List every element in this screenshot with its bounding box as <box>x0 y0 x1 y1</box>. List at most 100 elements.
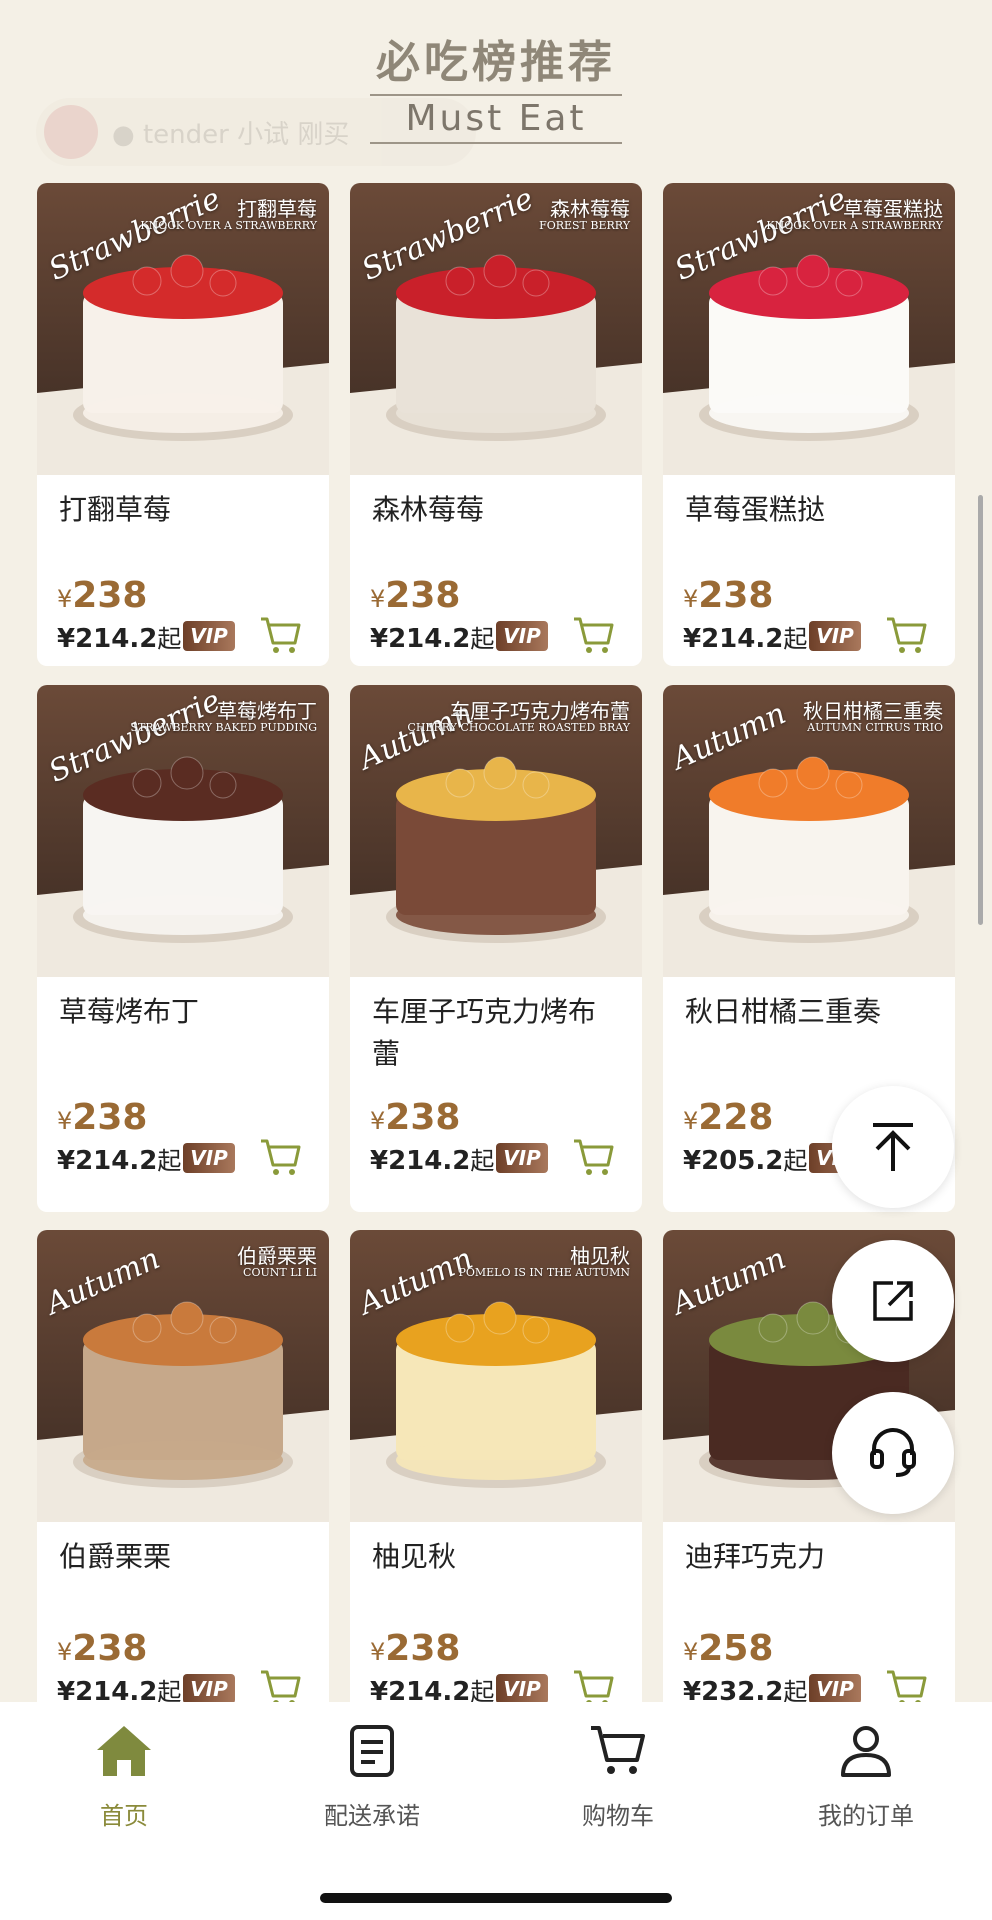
product-price: ¥258 <box>683 1628 773 1669</box>
product-name[interactable]: 森林莓莓 <box>372 489 622 531</box>
vip-badge: VIP <box>183 1143 235 1173</box>
headset-icon <box>870 1428 916 1477</box>
product-name[interactable]: 草莓蛋糕挞 <box>685 489 935 531</box>
vip-price: ¥205.2起 <box>683 1141 807 1176</box>
price-value: 238 <box>72 1097 148 1138</box>
product-image[interactable]: Strawberrie 打翻草莓 KNOCK OVER A STRAWBERRY <box>37 183 329 475</box>
image-label-cn: 柚见秋 <box>570 1244 630 1268</box>
price-value: 238 <box>385 575 461 616</box>
product-card[interactable]: Autumn 柚见秋 POMELO IS IN THE AUTUMN 柚见秋 ¥… <box>350 1230 642 1750</box>
tab-home-label: 首页 <box>100 1802 148 1830</box>
product-image[interactable]: Strawberrie 草莓烤布丁 STRAWBERRY BAKED PUDDI… <box>37 685 329 977</box>
product-image[interactable]: Strawberrie 草莓蛋糕挞 KNOCK OVER A STRAWBERR… <box>663 183 955 475</box>
back-to-top-button[interactable] <box>832 1086 954 1208</box>
product-image[interactable]: Autumn 车厘子巧克力烤布蕾 CHERRY CHOCOLATE ROASTE… <box>350 685 642 977</box>
tab-delivery[interactable]: 配送承诺 <box>272 1716 472 1831</box>
title-divider-bottom <box>370 142 622 144</box>
product-card[interactable]: Strawberrie 草莓蛋糕挞 KNOCK OVER A STRAWBERR… <box>663 183 955 666</box>
vip-badge: VIP <box>183 1674 235 1704</box>
vip-price-suffix: 起 <box>783 1147 808 1175</box>
product-name[interactable]: 秋日柑橘三重奏 <box>685 991 935 1033</box>
currency-symbol: ¥ <box>370 1107 386 1135</box>
section-title: 必吃榜推荐 <box>376 37 616 88</box>
product-name[interactable]: 伯爵栗栗 <box>59 1536 309 1578</box>
vip-badge: VIP <box>183 621 235 651</box>
currency-symbol: ¥ <box>683 1107 699 1135</box>
image-label-en: STRAWBERRY BAKED PUDDING <box>130 721 317 734</box>
product-price: ¥238 <box>370 1097 460 1138</box>
product-price: ¥238 <box>57 1628 147 1669</box>
price-value: 238 <box>385 1097 461 1138</box>
vip-badge: VIP <box>809 621 861 651</box>
product-name[interactable]: 打翻草莓 <box>59 489 309 531</box>
vip-price-value: ¥214.2 <box>57 1146 158 1176</box>
product-image[interactable]: Autumn 柚见秋 POMELO IS IN THE AUTUMN <box>350 1230 642 1522</box>
currency-symbol: ¥ <box>57 585 73 613</box>
vip-badge: VIP <box>809 1674 861 1704</box>
document-icon <box>350 1725 394 1777</box>
vip-price-suffix: 起 <box>470 1147 495 1175</box>
product-card[interactable]: Autumn 伯爵栗栗 COUNT LI LI 伯爵栗栗 ¥238 ¥214.2… <box>37 1230 329 1750</box>
currency-symbol: ¥ <box>57 1638 73 1666</box>
add-to-cart-icon[interactable] <box>885 615 927 655</box>
image-label-en: CHERRY CHOCOLATE ROASTED BRAY <box>407 721 630 734</box>
vip-price: ¥214.2起 <box>370 619 494 654</box>
image-label-cn: 伯爵栗栗 <box>237 1244 317 1268</box>
tab-home[interactable]: 首页 <box>24 1716 224 1831</box>
product-card[interactable]: Strawberrie 森林莓莓 FOREST BERRY 森林莓莓 ¥238 … <box>350 183 642 666</box>
add-to-cart-icon[interactable] <box>259 1137 301 1177</box>
product-image[interactable]: Autumn 伯爵栗栗 COUNT LI LI <box>37 1230 329 1522</box>
product-price: ¥238 <box>57 1097 147 1138</box>
product-image[interactable]: Autumn 秋日柑橘三重奏 AUTUMN CITRUS TRIO <box>663 685 955 977</box>
product-name[interactable]: 迪拜巧克力 <box>685 1536 935 1578</box>
customer-service-button[interactable] <box>832 1392 954 1514</box>
tab-cart[interactable]: 购物车 <box>518 1716 718 1831</box>
currency-symbol: ¥ <box>683 1638 699 1666</box>
image-label-cn: 草莓烤布丁 <box>217 699 317 723</box>
product-name[interactable]: 柚见秋 <box>372 1536 622 1578</box>
bottom-tab-bar: 首页 配送承诺 购物车 我的订单 <box>0 1702 992 1920</box>
add-to-cart-icon[interactable] <box>572 615 614 655</box>
add-to-cart-icon[interactable] <box>572 1137 614 1177</box>
image-label-cn: 草莓蛋糕挞 <box>843 197 943 221</box>
tab-orders[interactable]: 我的订单 <box>766 1716 966 1831</box>
scroll-indicator <box>978 495 983 925</box>
add-to-cart-icon[interactable] <box>259 615 301 655</box>
price-value: 228 <box>698 1097 774 1138</box>
price-value: 238 <box>72 1628 148 1669</box>
vip-price: ¥214.2起 <box>370 1141 494 1176</box>
product-card[interactable]: Autumn 车厘子巧克力烤布蕾 CHERRY CHOCOLATE ROASTE… <box>350 685 642 1212</box>
product-card[interactable]: Strawberrie 打翻草莓 KNOCK OVER A STRAWBERRY… <box>37 183 329 666</box>
title-divider-top <box>370 94 622 96</box>
vip-price: ¥214.2起 <box>57 1141 181 1176</box>
currency-symbol: ¥ <box>683 585 699 613</box>
person-icon <box>841 1726 891 1777</box>
tab-delivery-label: 配送承诺 <box>324 1802 420 1830</box>
image-label-en: POMELO IS IN THE AUTUMN <box>458 1266 630 1279</box>
share-button[interactable] <box>832 1240 954 1362</box>
vip-price: ¥214.2起 <box>683 619 807 654</box>
product-name[interactable]: 车厘子巧克力烤布蕾 <box>372 991 622 1075</box>
vip-price-suffix: 起 <box>470 625 495 653</box>
vip-price-suffix: 起 <box>157 1147 182 1175</box>
image-label-cn: 秋日柑橘三重奏 <box>803 699 943 723</box>
product-card[interactable]: Strawberrie 草莓烤布丁 STRAWBERRY BAKED PUDDI… <box>37 685 329 1212</box>
vip-price-value: ¥205.2 <box>683 1146 784 1176</box>
tab-orders-label: 我的订单 <box>818 1802 914 1830</box>
currency-symbol: ¥ <box>370 1638 386 1666</box>
image-label-en: FOREST BERRY <box>539 219 630 232</box>
arrow-to-top-icon <box>873 1123 913 1171</box>
price-value: 238 <box>698 575 774 616</box>
vip-price-suffix: 起 <box>783 625 808 653</box>
home-indicator <box>320 1893 672 1903</box>
price-value: 258 <box>698 1628 774 1669</box>
section-subtitle: Must Eat <box>405 98 587 139</box>
image-label-en: AUTUMN CITRUS TRIO <box>807 721 943 734</box>
product-name[interactable]: 草莓烤布丁 <box>59 991 309 1033</box>
vip-price-value: ¥214.2 <box>57 624 158 654</box>
product-price: ¥238 <box>370 1628 460 1669</box>
vip-price-value: ¥214.2 <box>370 624 471 654</box>
share-icon <box>873 1281 913 1321</box>
product-price: ¥238 <box>57 575 147 616</box>
product-image[interactable]: Strawberrie 森林莓莓 FOREST BERRY <box>350 183 642 475</box>
